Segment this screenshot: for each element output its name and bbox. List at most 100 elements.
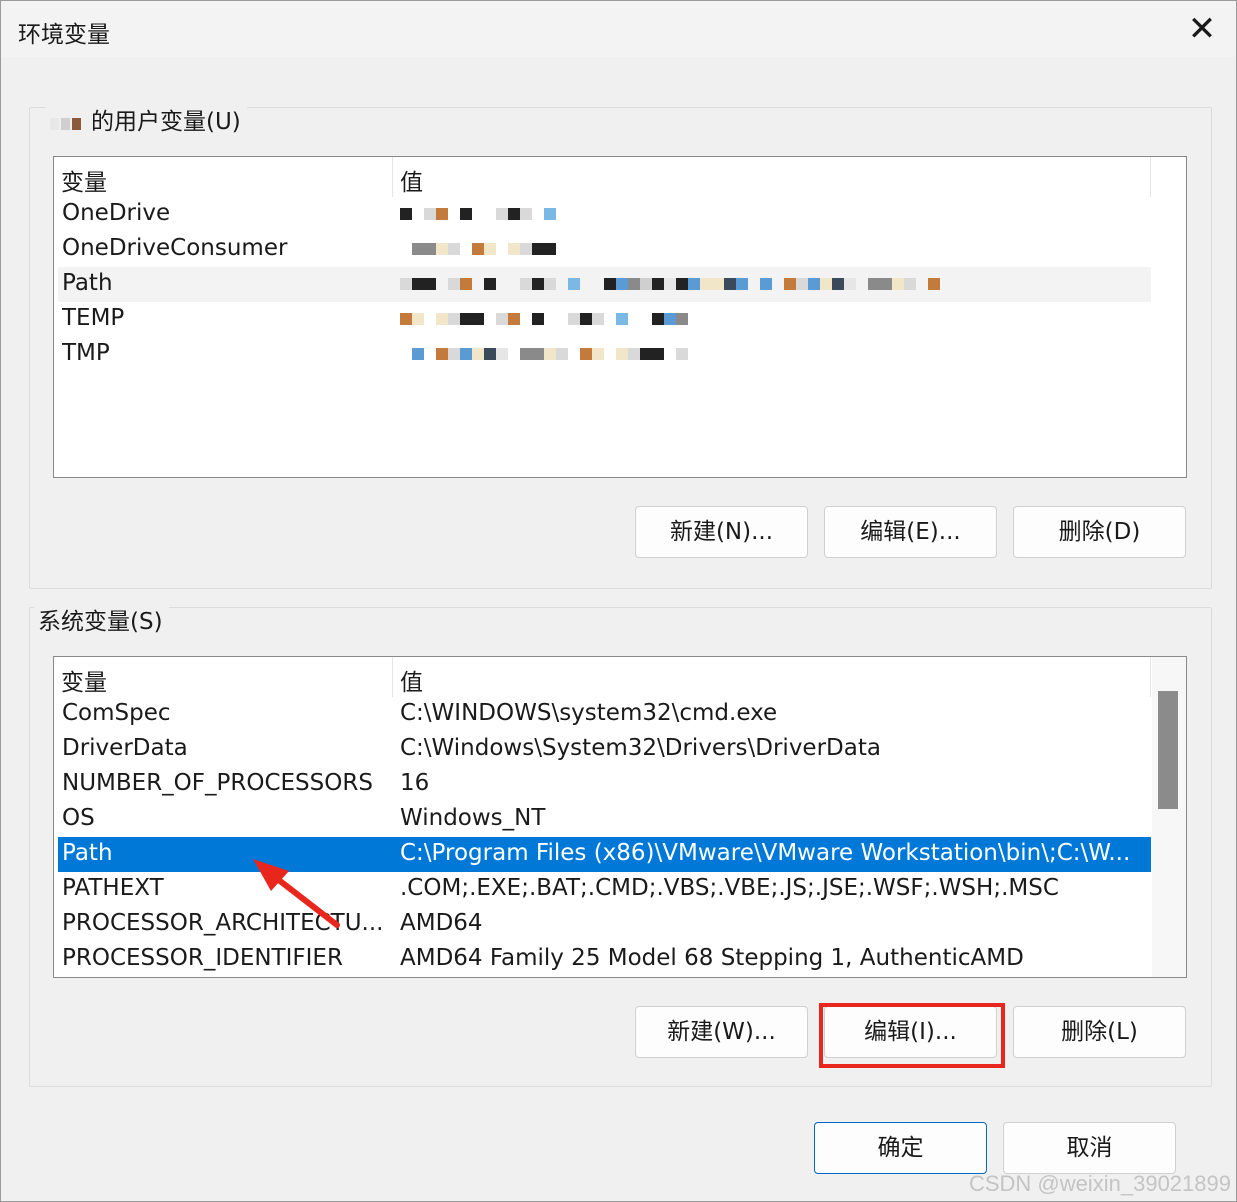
- redacted-pixel: [520, 347, 532, 360]
- redacted-pixel: [760, 277, 772, 290]
- table-row[interactable]: OneDriveConsumer: [58, 232, 1151, 267]
- redacted-pixel: [436, 278, 448, 290]
- user-variable-rows: OneDrive OneDriveConsumer Path TEMP TMP: [58, 197, 1151, 372]
- redacted-pixel: [628, 313, 640, 325]
- redacted-pixel: [772, 278, 784, 290]
- redacted-pixel: [652, 277, 664, 290]
- redacted-pixel: [436, 347, 448, 360]
- variable-value-cell: C:\Program Files (x86)\VMware\VMware Wor…: [400, 840, 1131, 866]
- variable-name-cell: OneDrive: [62, 200, 171, 226]
- redacted-pixel: [460, 277, 472, 290]
- list-header: 变量 值: [54, 657, 1151, 697]
- table-row[interactable]: NUMBER_OF_PROCESSORS 16: [58, 767, 1151, 802]
- table-row[interactable]: TEMP: [58, 302, 1151, 337]
- user-variables-legend: 的用户变量(U): [46, 107, 247, 138]
- redacted-pixel: [796, 277, 808, 290]
- redacted-pixel: [676, 347, 688, 360]
- redacted-pixel: [532, 347, 544, 360]
- redacted-pixel: [808, 277, 820, 290]
- redacted-pixel: [556, 278, 568, 290]
- redacted-pixel: [688, 277, 700, 290]
- variable-name-cell: ComSpec: [62, 700, 171, 726]
- redacted-pixel: [556, 347, 568, 360]
- ok-button[interactable]: 确定: [814, 1122, 987, 1174]
- redacted-pixel: [460, 312, 472, 325]
- redacted-pixel: [508, 278, 520, 290]
- redacted-pixel: [520, 242, 532, 255]
- redacted-pixel: [424, 313, 436, 325]
- table-row[interactable]: Path: [58, 267, 1151, 302]
- column-divider[interactable]: [392, 157, 393, 197]
- redacted-pixel: [496, 207, 508, 220]
- redacted-pixel: [508, 207, 520, 220]
- redacted-pixel: [628, 347, 640, 360]
- redacted-pixel: [604, 348, 616, 360]
- redacted-pixel: [436, 242, 448, 255]
- title-bar: 环境变量 ✕: [1, 1, 1236, 57]
- redacted-pixel: [508, 312, 520, 325]
- table-row[interactable]: PROCESSOR_IDENTIFIER AMD64 Family 25 Mode…: [58, 942, 1151, 977]
- redacted-pixel: [400, 312, 412, 325]
- redacted-pixel: [928, 277, 940, 290]
- column-header-variable[interactable]: 变量: [61, 163, 107, 197]
- column-divider[interactable]: [392, 657, 393, 697]
- cancel-button[interactable]: 取消: [1003, 1122, 1176, 1174]
- vertical-scrollbar[interactable]: [1152, 657, 1186, 977]
- table-row[interactable]: OS Windows_NT: [58, 802, 1151, 837]
- user-new-button[interactable]: 新建(N)...: [635, 506, 808, 558]
- redacted-pixel: [400, 348, 412, 360]
- scrollbar-thumb[interactable]: [1158, 691, 1178, 809]
- redacted-pixel: [520, 207, 532, 220]
- redacted-pixel: [700, 277, 712, 290]
- redacted-pixel: [616, 347, 628, 360]
- variable-value-cell: .COM;.EXE;.BAT;.CMD;.VBS;.VBE;.JS;.JSE;.…: [400, 875, 1059, 901]
- redacted-pixel: [640, 347, 652, 360]
- redacted-pixel: [400, 243, 412, 255]
- redacted-pixel: [820, 277, 832, 290]
- redacted-username: [50, 108, 83, 138]
- system-delete-button[interactable]: 删除(L): [1013, 1006, 1186, 1058]
- redacted-pixel: [472, 312, 484, 325]
- user-edit-button[interactable]: 编辑(E)...: [824, 506, 997, 558]
- window-title: 环境变量: [18, 22, 110, 48]
- user-variables-list[interactable]: 变量 值 OneDrive OneDriveConsumer Path TEMP TMP: [53, 156, 1187, 478]
- redacted-pixel: [544, 277, 556, 290]
- table-row[interactable]: Path C:\Program Files (x86)\VMware\VMware…: [58, 837, 1151, 872]
- redacted-pixel: [532, 208, 544, 220]
- table-row[interactable]: PROCESSOR_ARCHITECTU... AMD64: [58, 907, 1151, 942]
- table-row[interactable]: DriverData C:\Windows\System32\Drivers\Dr…: [58, 732, 1151, 767]
- table-row[interactable]: OneDrive: [58, 197, 1151, 232]
- redacted-pixel: [424, 277, 436, 290]
- redacted-pixel: [484, 347, 496, 360]
- close-icon[interactable]: ✕: [1182, 11, 1222, 49]
- redacted-pixel: [544, 207, 556, 220]
- system-variables-list[interactable]: 变量 值 ComSpec C:\WINDOWS\system32\cmd.exe D…: [53, 656, 1187, 978]
- redacted-pixel: [556, 243, 568, 255]
- redacted-pixel: [592, 278, 604, 290]
- table-row[interactable]: ComSpec C:\WINDOWS\system32\cmd.exe: [58, 697, 1151, 732]
- column-header-variable[interactable]: 变量: [61, 663, 107, 697]
- column-header-value[interactable]: 值: [400, 163, 423, 197]
- system-edit-button[interactable]: 编辑(I)...: [824, 1006, 997, 1058]
- redacted-pixel: [412, 312, 424, 325]
- redacted-pixel: [664, 312, 676, 325]
- system-variables-legend: 系统变量(S): [34, 607, 169, 637]
- system-new-button[interactable]: 新建(W)...: [635, 1006, 808, 1058]
- redacted-pixel: [532, 277, 544, 290]
- redacted-pixel: [544, 313, 556, 325]
- table-row[interactable]: TMP: [58, 337, 1151, 372]
- redacted-pixel: [412, 208, 424, 220]
- variable-name-cell: OneDriveConsumer: [62, 235, 288, 261]
- variable-name-cell: TEMP: [62, 305, 125, 331]
- redacted-pixel: [520, 313, 532, 325]
- column-header-value[interactable]: 值: [400, 663, 423, 697]
- redacted-pixel: [916, 278, 928, 290]
- column-divider: [1150, 157, 1151, 197]
- redacted-pixel: [784, 277, 796, 290]
- redacted-pixel: [472, 278, 484, 290]
- table-row[interactable]: PATHEXT .COM;.EXE;.BAT;.CMD;.VBS;.VBE;.JS…: [58, 872, 1151, 907]
- redacted-pixel: [652, 347, 664, 360]
- redacted-pixel: [676, 312, 688, 325]
- user-delete-button[interactable]: 删除(D): [1013, 506, 1186, 558]
- variable-value-cell: [400, 340, 1145, 366]
